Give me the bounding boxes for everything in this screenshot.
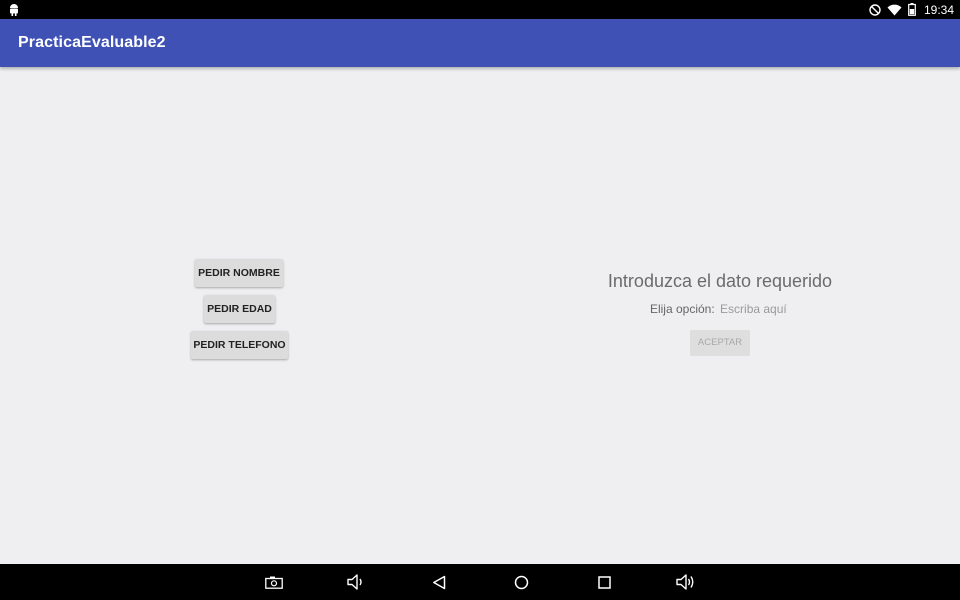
screenshot-icon[interactable] <box>264 572 284 592</box>
status-bar: 19:34 <box>0 0 960 19</box>
pedir-telefono-button[interactable]: PEDIR TELEFONO <box>191 331 288 359</box>
app-screen: 19:34 PracticaEvaluable2 PEDIR NOMBRE PE… <box>0 0 960 600</box>
aceptar-button[interactable]: ACEPTAR <box>690 330 750 356</box>
pedir-nombre-button[interactable]: PEDIR NOMBRE <box>195 259 283 287</box>
option-input[interactable] <box>720 302 791 316</box>
pedir-edad-button[interactable]: PEDIR EDAD <box>204 295 275 323</box>
option-row: Elija opción: <box>600 302 840 316</box>
app-bar: PracticaEvaluable2 <box>0 19 960 67</box>
android-icon <box>10 4 18 16</box>
volume-up-icon[interactable] <box>676 572 696 592</box>
home-icon[interactable] <box>511 572 531 592</box>
recents-icon[interactable] <box>594 572 614 592</box>
navigation-bar <box>0 564 960 600</box>
do-not-disturb-icon <box>869 3 881 16</box>
wifi-icon <box>887 4 902 16</box>
battery-icon <box>908 3 916 16</box>
status-time: 19:34 <box>923 2 954 17</box>
volume-down-icon[interactable] <box>346 572 366 592</box>
option-label: Elija opción: <box>649 302 715 316</box>
back-icon[interactable] <box>429 572 449 592</box>
status-icons: 19:34 <box>869 0 954 19</box>
app-title: PracticaEvaluable2 <box>18 34 166 51</box>
prompt-title: Introduzca el dato requerido <box>607 271 833 291</box>
